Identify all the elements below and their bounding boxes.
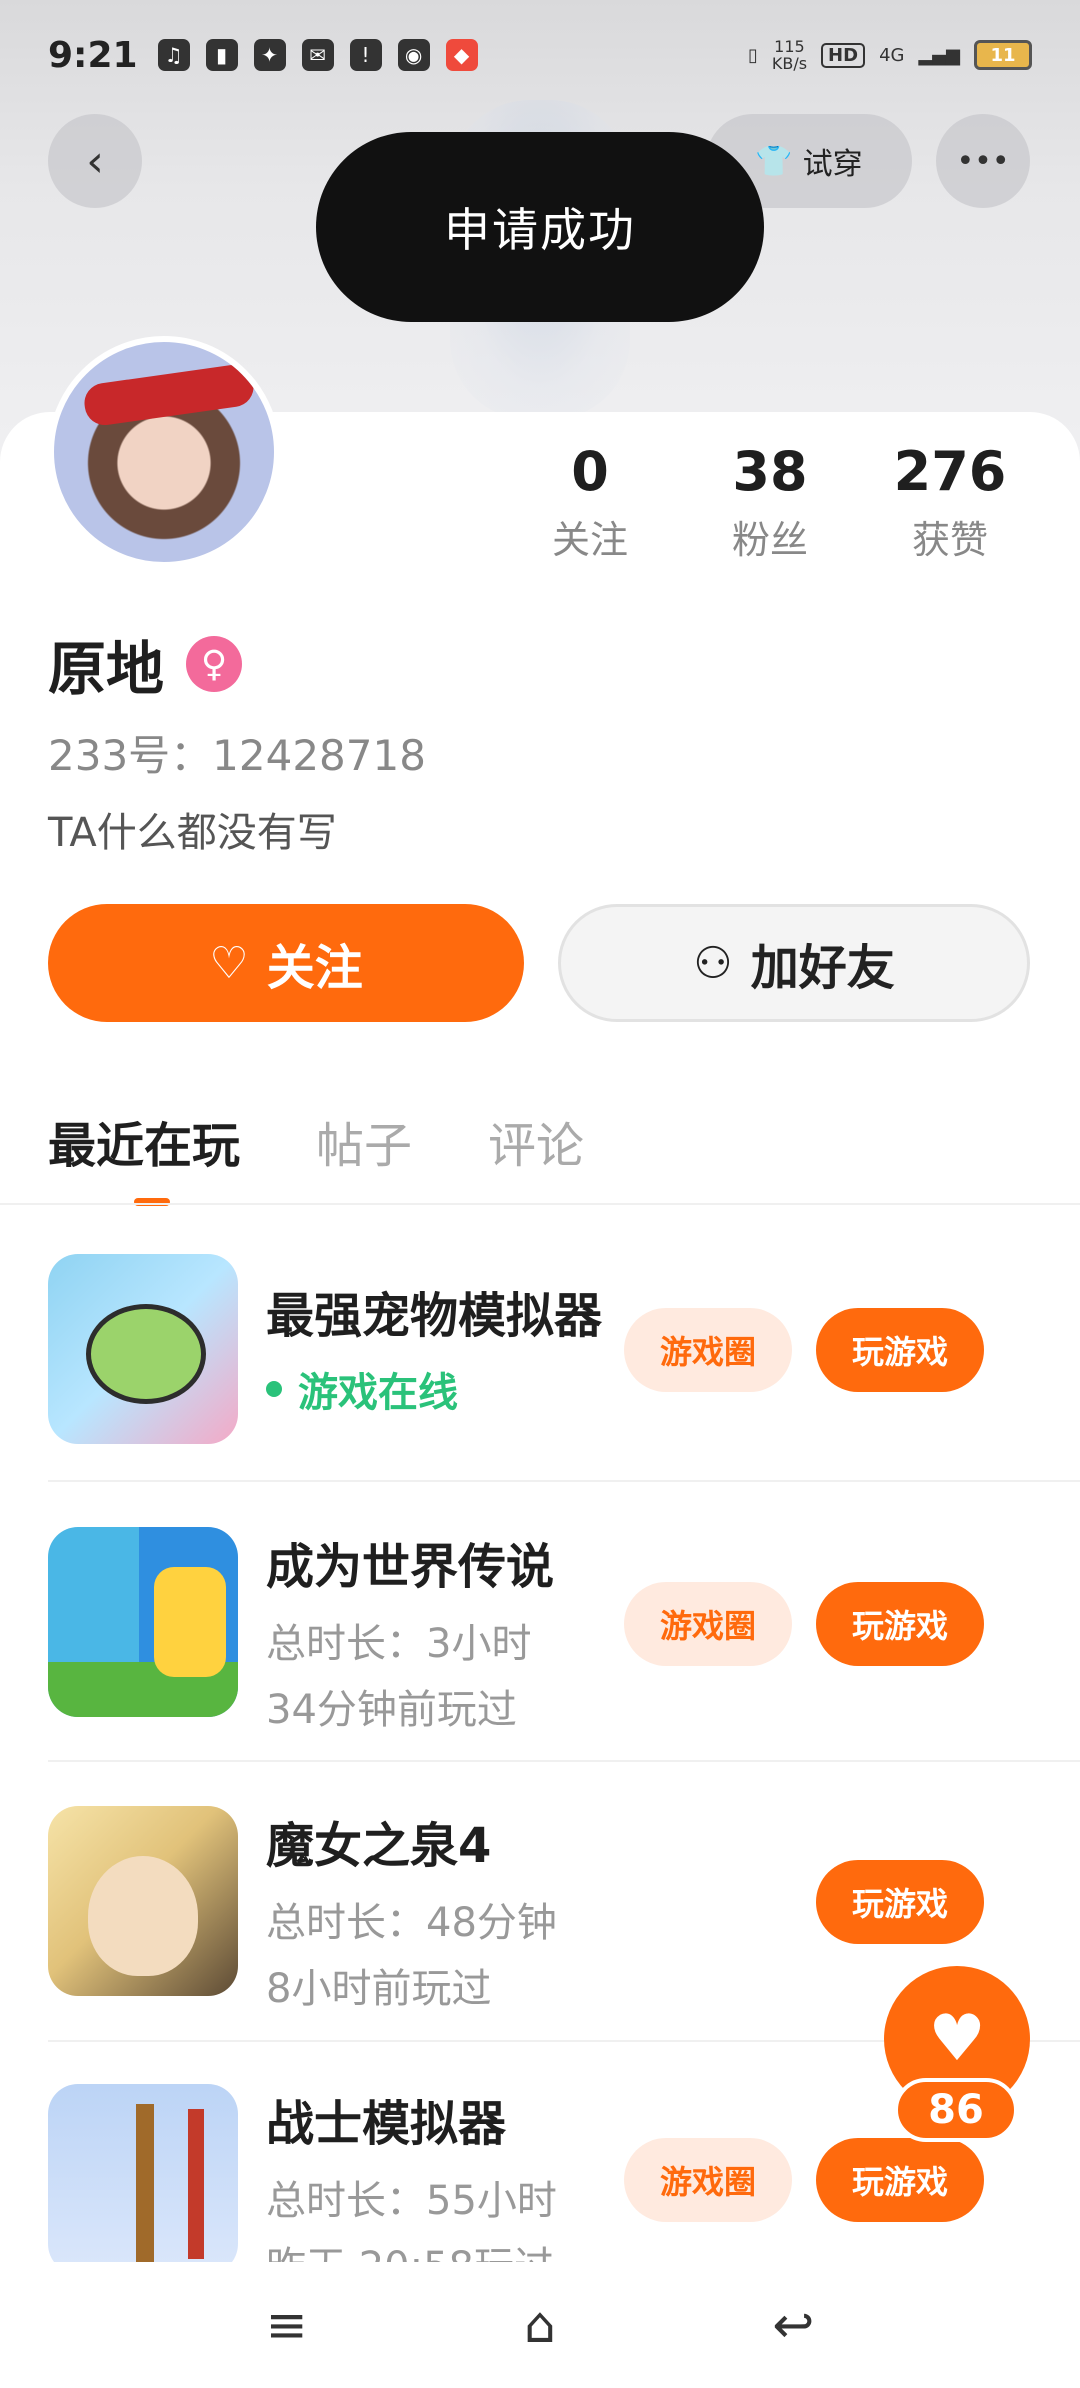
online-dot-icon (266, 1381, 282, 1397)
game-title: 战士模拟器 (266, 2096, 507, 2152)
tab-comments[interactable]: 评论 (488, 1106, 584, 1176)
avatar[interactable] (48, 336, 280, 568)
game-duration: 总时长：48分钟 (266, 1900, 557, 1946)
user-id: 233号：12428718 (48, 731, 426, 780)
game-circle-button[interactable]: 游戏圈 (624, 1582, 792, 1666)
heart-plus-icon: ♡ (209, 937, 249, 989)
menu-icon[interactable]: ≡ (237, 2296, 337, 2354)
game-title: 最强宠物模拟器 (266, 1288, 603, 1344)
character-illustration (154, 1567, 226, 1677)
game-icon (48, 1254, 238, 1444)
stat-value: 276 (893, 440, 1007, 503)
system-nav-bar: ≡ ⌂ ↩ (0, 2262, 1080, 2388)
shirt-icon: 👕 (755, 143, 793, 179)
game-last-played: 34分钟前玩过 (266, 1687, 517, 1733)
profile-stats: 0 关注 38 粉丝 276 获赞 (500, 440, 1040, 564)
add-user-icon: ⚇ (693, 937, 733, 989)
play-game-button[interactable]: 玩游戏 (816, 1860, 984, 1944)
home-icon[interactable]: ⌂ (490, 2296, 590, 2354)
wechat-icon: ◉ (397, 39, 430, 71)
play-game-button[interactable]: 玩游戏 (816, 1582, 984, 1666)
hd-icon: HD (821, 42, 866, 68)
tryon-label: 试穿 (802, 147, 863, 182)
follow-label: 关注 (266, 940, 363, 996)
battery-icon: 11 (974, 40, 1032, 70)
music-icon: ♫ (157, 39, 190, 71)
game-info: 魔女之泉4 总时长：48分钟 8小时前玩过 (266, 1806, 666, 2014)
stat-likes[interactable]: 276 获赞 (860, 440, 1040, 564)
system-icons: ▯ 115 KB/s HD 4G ▂▄▆ 11 (748, 38, 1032, 72)
stat-label: 获赞 (911, 518, 988, 562)
row-divider (48, 1760, 1080, 1762)
stat-value: 38 (732, 440, 808, 503)
play-game-button[interactable]: 玩游戏 (816, 2138, 984, 2222)
app-notification-icon: ◆ (445, 39, 478, 71)
game-icon (48, 1806, 238, 1996)
user-bio: TA什么都没有写 (48, 810, 337, 856)
character-illustration (88, 1856, 198, 1976)
more-icon: ••• (956, 143, 1010, 179)
stat-label: 关注 (551, 518, 628, 562)
more-button[interactable]: ••• (936, 114, 1030, 208)
network-type: 4G (879, 44, 905, 66)
game-info: 最强宠物模拟器 游戏在线 (266, 1254, 666, 1444)
signal-icon: ▂▄▆ (918, 44, 960, 66)
game-duration: 总时长：3小时 (266, 1621, 532, 1667)
follow-button[interactable]: ♡ 关注 (48, 904, 524, 1022)
game-circle-button[interactable]: 游戏圈 (624, 1308, 792, 1392)
game-title: 成为世界传说 (266, 1539, 555, 1595)
game-last-played: 8小时前玩过 (266, 1966, 492, 2012)
female-icon: ♀ (186, 636, 243, 692)
back-nav-icon[interactable]: ↩ (743, 2296, 843, 2354)
accessibility-icon: ✦ (253, 39, 286, 71)
status-bar: 9:21 ♫ ▮ ✦ ✉ ! ◉ ◆ ▯ 115 KB/s HD 4G ▂▄▆ … (0, 0, 1080, 110)
online-status: 游戏在线 (266, 1360, 666, 1418)
add-friend-label: 加好友 (750, 940, 895, 996)
heart-icon: ♥ (928, 2002, 986, 2076)
network-speed: 115 KB/s (771, 37, 808, 73)
user-name: 原地 (48, 635, 165, 703)
add-friend-button[interactable]: ⚇ 加好友 (558, 904, 1030, 1022)
sim-icon: ▮ (205, 39, 238, 71)
game-circle-button[interactable]: 游戏圈 (624, 2138, 792, 2222)
stat-following[interactable]: 0 关注 (500, 440, 680, 564)
game-title: 魔女之泉4 (266, 1818, 492, 1874)
back-icon: ‹ (86, 135, 104, 187)
avatar-bandana (81, 362, 257, 428)
alert-icon: ! (349, 39, 382, 71)
back-button[interactable]: ‹ (48, 114, 142, 208)
online-label: 游戏在线 (298, 1370, 458, 1416)
stat-fans[interactable]: 38 粉丝 (680, 440, 860, 564)
pet-illustration (86, 1304, 206, 1404)
profile-tabs: 最近在玩 帖子 评论 (48, 1106, 584, 1206)
tab-divider (0, 1203, 1080, 1205)
like-count: 86 (894, 2078, 1018, 2142)
toast-message: 申请成功 (316, 132, 764, 322)
game-duration: 总时长：55小时 (266, 2178, 557, 2224)
game-last-played: 昨天 20:58玩过 (266, 2234, 666, 2262)
stat-label: 粉丝 (731, 518, 808, 562)
vibrate-icon: ▯ (747, 44, 758, 66)
game-icon (48, 2084, 238, 2262)
game-icon (48, 1527, 238, 1717)
game-info: 战士模拟器 总时长：55小时 昨天 20:58玩过 (266, 2084, 666, 2262)
notification-icons: ♫ ▮ ✦ ✉ ! ◉ ◆ (157, 39, 478, 71)
mail-icon: ✉ (301, 39, 334, 71)
tab-recent-play[interactable]: 最近在玩 (48, 1106, 240, 1206)
row-divider (48, 1480, 1080, 1482)
play-game-button[interactable]: 玩游戏 (816, 1308, 984, 1392)
stat-value: 0 (571, 440, 609, 503)
tab-posts[interactable]: 帖子 (316, 1106, 412, 1176)
status-time: 9:21 (48, 34, 138, 76)
game-info: 成为世界传说 总时长：3小时 34分钟前玩过 (266, 1527, 666, 1735)
name-row: 原地 ♀ (48, 622, 243, 706)
